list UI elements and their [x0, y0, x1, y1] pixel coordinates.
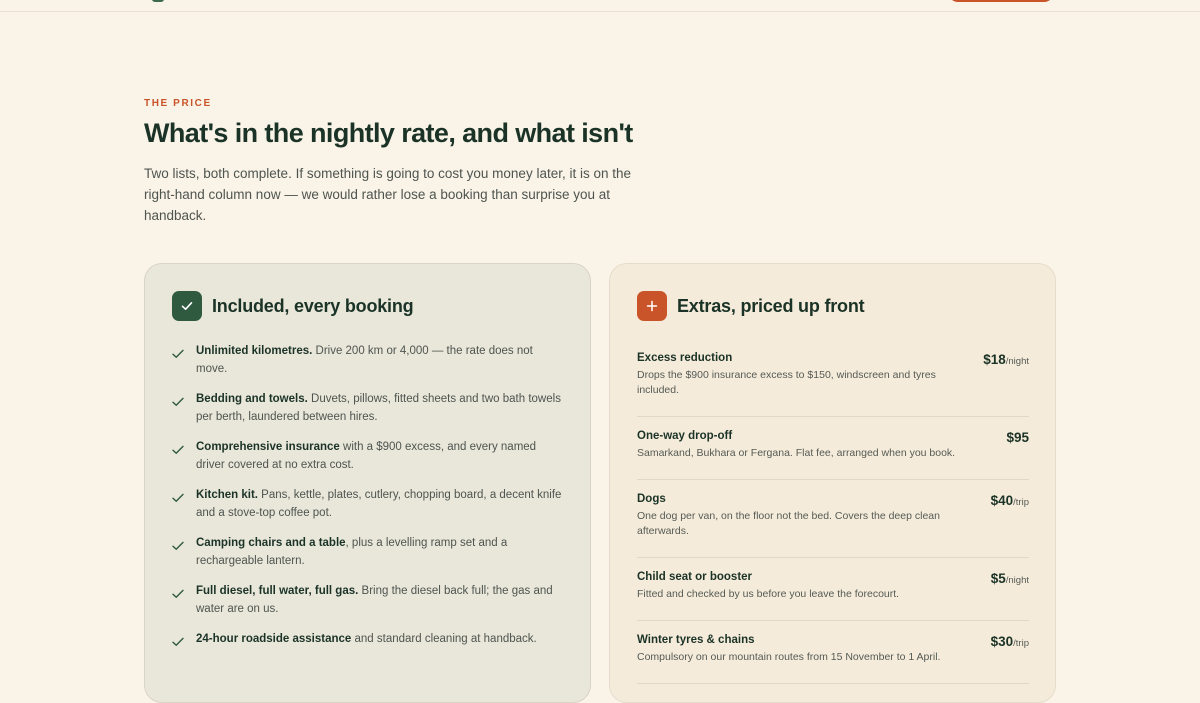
included-item-lead: Camping chairs and a table	[196, 537, 346, 549]
extra-item-description: Compulsory on our mountain routes from 1…	[637, 651, 941, 663]
check-icon	[172, 438, 196, 474]
included-item-text: Unlimited kilometres. Drive 200 km or 4,…	[196, 342, 564, 378]
extra-item-amount: $30	[990, 634, 1014, 649]
included-item: Bedding and towels. Duvets, pillows, fit…	[172, 390, 564, 426]
included-item: Comprehensive insurance with a $900 exce…	[172, 438, 564, 474]
extra-item: One-way drop-off Samarkand, Bukhara or Fe…	[637, 417, 1029, 480]
included-item: Full diesel, full water, full gas. Bring…	[172, 582, 564, 618]
extra-item-name: Winter tyres & chains	[637, 634, 755, 646]
included-item-lead: Unlimited kilometres.	[196, 345, 313, 357]
extra-item: Excess reduction Drops the $900 insurance…	[637, 352, 1029, 417]
included-item-lead: Comprehensive insurance	[196, 441, 340, 453]
extras-card: Extras, priced up front Excess reduction…	[609, 263, 1056, 703]
extra-item-info: Excess reduction Drops the $900 insurance…	[637, 352, 957, 398]
extra-item-description: Drops the $900 insurance excess to $150,…	[637, 369, 936, 396]
extra-item-name: Dogs	[637, 493, 666, 505]
included-item-lead: Kitchen kit.	[196, 489, 258, 501]
included-item: Unlimited kilometres. Drive 200 km or 4,…	[172, 342, 564, 378]
extras-list: Excess reduction Drops the $900 insurance…	[637, 352, 1029, 684]
included-item-text: 24-hour roadside assistance and standard…	[196, 630, 564, 652]
extra-item-description: Fitted and checked by us before you leav…	[637, 588, 900, 600]
section-headline: What's in the nightly rate, and what isn…	[144, 118, 633, 148]
included-item-text: Full diesel, full water, full gas. Bring…	[196, 582, 564, 618]
included-item-detail: and standard cleaning at handback.	[351, 633, 537, 645]
extra-item-price: $30/trip	[991, 634, 1029, 649]
book-now-button[interactable]	[948, 0, 1054, 2]
included-item: Kitchen kit. Pans, kettle, plates, cutle…	[172, 486, 564, 522]
check-icon	[172, 486, 196, 522]
included-card: Included, every booking Unlimited kilome…	[144, 263, 591, 703]
section-eyebrow: THE PRICE	[144, 98, 212, 109]
included-item-lead: Full diesel, full water, full gas.	[196, 585, 359, 597]
included-item-lead: 24-hour roadside assistance	[196, 633, 352, 645]
extra-item-name: One-way drop-off	[637, 430, 733, 442]
extra-item-unit: /night	[1005, 356, 1029, 367]
check-icon	[172, 390, 196, 426]
included-card-title: Included, every booking	[212, 295, 414, 316]
included-item-text: Camping chairs and a table, plus a level…	[196, 534, 564, 570]
extra-item-description: Samarkand, Bukhara or Fergana. Flat fee,…	[637, 447, 956, 459]
extra-item-name: Child seat or booster	[637, 571, 753, 583]
pricing-section-header: THE PRICE What's in the nightly rate, an…	[144, 98, 664, 226]
extra-item-amount: $95	[1006, 430, 1029, 445]
check-icon	[172, 342, 196, 378]
included-list: Unlimited kilometres. Drive 200 km or 4,…	[172, 342, 564, 664]
extra-item-amount: $40	[990, 493, 1014, 508]
included-item-lead: Bedding and towels.	[196, 393, 308, 405]
extra-item-info: Dogs One dog per van, on the floor not th…	[637, 493, 957, 539]
extra-item: Child seat or booster Fitted and checked …	[637, 558, 1029, 621]
check-icon	[172, 582, 196, 618]
extras-card-header: Extras, priced up front	[637, 291, 865, 321]
extra-item-price: $40/trip	[991, 493, 1029, 508]
extra-item-info: Child seat or booster Fitted and checked …	[637, 571, 957, 602]
extra-item-unit: /trip	[1013, 638, 1029, 649]
extra-item: Dogs One dog per van, on the floor not th…	[637, 480, 1029, 558]
extra-item-price: $5/night	[991, 571, 1029, 586]
included-item: Camping chairs and a table, plus a level…	[172, 534, 564, 570]
check-icon	[172, 630, 196, 652]
section-intro: Two lists, both complete. If something i…	[144, 166, 631, 224]
included-item-text: Comprehensive insurance with a $900 exce…	[196, 438, 564, 474]
extra-item-name: Excess reduction	[637, 352, 733, 364]
extra-item-description: One dog per van, on the floor not the be…	[637, 510, 940, 537]
extra-item-unit: /trip	[1013, 497, 1029, 508]
check-icon	[172, 534, 196, 570]
extras-card-title: Extras, priced up front	[677, 295, 865, 316]
included-item: 24-hour roadside assistance and standard…	[172, 630, 564, 652]
extra-item-unit: /night	[1005, 575, 1029, 586]
included-item-text: Kitchen kit. Pans, kettle, plates, cutle…	[196, 486, 564, 522]
plus-icon	[637, 291, 667, 321]
included-item-text: Bedding and towels. Duvets, pillows, fit…	[196, 390, 564, 426]
extra-item-price: $18/night	[983, 352, 1029, 367]
extra-item-amount: $18	[983, 352, 1006, 367]
extra-item-info: One-way drop-off Samarkand, Bukhara or Fe…	[637, 430, 957, 461]
extra-item-info: Winter tyres & chains Compulsory on our m…	[637, 634, 957, 665]
top-nav-bar	[0, 0, 1200, 12]
logo-icon[interactable]	[152, 0, 164, 2]
included-card-header: Included, every booking	[172, 291, 414, 321]
check-icon	[172, 291, 202, 321]
extra-item-price: $95	[1006, 430, 1029, 445]
extra-item-amount: $5	[990, 571, 1006, 586]
